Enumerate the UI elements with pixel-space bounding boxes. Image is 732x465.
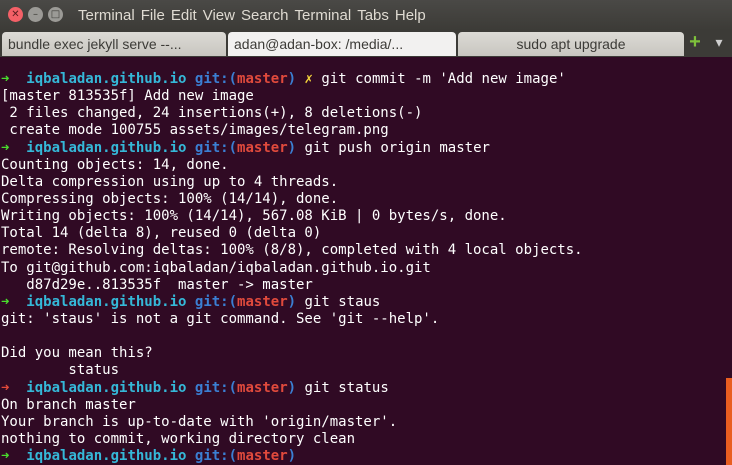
output-text: Counting objects: 14, done. [1,156,229,173]
prompt-git: git:( [194,379,238,396]
menu-app-title: Terminal [78,6,135,24]
tab-adan-box[interactable]: adan@adan-box: /media/... [228,32,456,56]
menu-terminal[interactable]: Terminal [295,7,352,24]
prompt-host: iqbaladan.github.io [26,448,187,465]
new-tab-icon[interactable]: + [686,32,704,52]
output-line: status [1,362,722,379]
menu-file[interactable]: File [141,7,165,24]
prompt-command: git commit -m 'Add new image' [321,71,566,87]
prompt-branch: master [237,379,288,396]
output-text: Total 14 (delta 8), reused 0 (delta 0) [1,225,322,242]
prompt-git-close: ) [287,139,297,156]
maximize-window-icon[interactable]: □ [48,7,63,22]
output-line: Did you mean this? [1,345,722,362]
output-text: On branch master [1,396,136,413]
output-text: create mode 100755 assets/images/telegra… [1,122,389,139]
menu-help[interactable]: Help [395,7,426,24]
prompt-git-close: ) [287,71,297,87]
tab-jekyll[interactable]: bundle exec jekyll serve --... [2,32,226,56]
output-line: Total 14 (delta 8), reused 0 (delta 0) [1,225,722,242]
prompt-host: iqbaladan.github.io [26,293,187,310]
terminal-output[interactable]: ➜ iqbaladan.github.io git:(master) ✗ git… [0,58,722,465]
prompt-host: iqbaladan.github.io [26,379,187,396]
output-text: Delta compression using up to 4 threads. [1,173,339,190]
output-text: remote: Resolving deltas: 100% (8/8), co… [1,242,583,259]
prompt-host: iqbaladan.github.io [26,71,187,87]
prompt-line: ➜ iqbaladan.github.io git:(master) git s… [1,294,722,311]
output-line: remote: Resolving deltas: 100% (8/8), co… [1,242,722,259]
output-text: status [1,362,120,379]
output-text: Writing objects: 100% (14/14), 567.08 Ki… [1,208,507,225]
prompt-dirty-icon: ✗ [304,71,313,87]
prompt-git: git:( [194,448,238,465]
prompt-branch: master [237,71,288,87]
prompt-arrow-icon: ➜ [1,139,27,156]
close-window-icon[interactable]: ✕ [8,7,23,22]
output-line: 2 files changed, 24 insertions(+), 8 del… [1,105,722,122]
prompt-branch: master [237,293,288,310]
prompt-host: iqbaladan.github.io [26,139,187,156]
output-text: git: 'staus' is not a git command. See '… [1,310,440,327]
output-text: nothing to commit, working directory cle… [1,430,356,447]
output-line: nothing to commit, working directory cle… [1,431,722,448]
output-text: Compressing objects: 100% (14/14), done. [1,190,339,207]
minimize-window-icon[interactable]: – [28,7,43,22]
tab-label: adan@adan-box: /media/... [234,36,404,52]
tab-bar: bundle exec jekyll serve --... adan@adan… [0,30,732,57]
output-line: Writing objects: 100% (14/14), 567.08 Ki… [1,208,722,225]
prompt-line: ➜ iqbaladan.github.io git:(master) [1,448,722,465]
menu-edit[interactable]: Edit [171,7,197,24]
prompt-git-close: ) [287,379,297,396]
prompt-branch: master [237,448,288,465]
output-line: [master 813535f] Add new image [1,88,722,105]
output-text: 2 files changed, 24 insertions(+), 8 del… [1,105,423,122]
scrollbar-thumb[interactable] [726,378,732,465]
prompt-git: git:( [194,293,238,310]
output-line: Compressing objects: 100% (14/14), done. [1,191,722,208]
output-text: Your branch is up-to-date with 'origin/m… [1,413,398,430]
output-line: Delta compression using up to 4 threads. [1,174,722,191]
menu-view[interactable]: View [203,7,235,24]
output-line: On branch master [1,397,722,414]
output-text: [master 813535f] Add new image [1,88,254,105]
output-text: To git@github.com:iqbaladan/iqbaladan.gi… [1,259,431,276]
output-line: d87d29e..813535f master -> master [1,277,722,294]
prompt-arrow-icon: ➜ [1,379,27,396]
prompt-command: git push origin master [304,139,490,156]
output-line: To git@github.com:iqbaladan/iqbaladan.gi… [1,260,722,277]
prompt-git: git:( [194,71,238,87]
prompt-git-close: ) [287,448,297,465]
menu-tabs[interactable]: Tabs [357,7,389,24]
prompt-branch: master [237,139,288,156]
prompt-git-close: ) [287,293,297,310]
output-text: Did you mean this? [1,345,153,362]
prompt-command: git status [304,379,389,396]
tabs-menu-icon[interactable]: ▾ [710,32,728,52]
prompt-arrow-icon: ➜ [1,71,27,87]
output-line: Counting objects: 14, done. [1,157,722,174]
output-line: Your branch is up-to-date with 'origin/m… [1,414,722,431]
prompt-line: ➜ iqbaladan.github.io git:(master) git s… [1,380,722,397]
prompt-arrow-icon: ➜ [1,293,27,310]
tab-label: sudo apt upgrade [516,36,626,52]
prompt-arrow-icon: ➜ [1,448,27,465]
terminal-window: ✕ – □ Terminal File Edit View Search Ter… [0,0,732,465]
prompt-git: git:( [194,139,238,156]
menu: Terminal File Edit View Search Terminal … [78,0,432,30]
menu-bar: ✕ – □ Terminal File Edit View Search Ter… [0,0,732,30]
output-text: d87d29e..813535f master -> master [1,276,313,293]
menu-search[interactable]: Search [241,7,289,24]
output-line: git: 'staus' is not a git command. See '… [1,311,722,328]
tab-apt-upgrade[interactable]: sudo apt upgrade [458,32,684,56]
output-line: create mode 100755 assets/images/telegra… [1,122,722,139]
prompt-command: git staus [304,293,381,310]
tab-label: bundle exec jekyll serve --... [8,36,182,52]
prompt-line: ➜ iqbaladan.github.io git:(master) ✗ git… [1,71,722,88]
prompt-line: ➜ iqbaladan.github.io git:(master) git p… [1,140,722,157]
